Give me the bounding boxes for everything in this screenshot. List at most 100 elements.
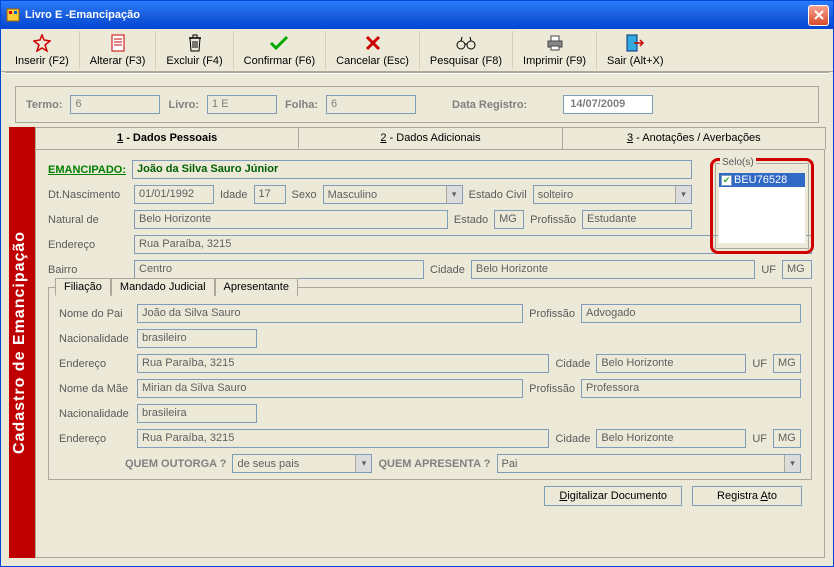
data-registro-label: Data Registro: bbox=[452, 99, 527, 111]
tab-anotacoes[interactable]: 3 - Anotações / Averbações bbox=[562, 127, 826, 149]
pai-nac-label: Nacionalidade bbox=[59, 333, 131, 345]
quem-apresenta-label: QUEM APRESENTA ? bbox=[378, 458, 490, 470]
selos-list[interactable]: ✔ BEU76528 bbox=[718, 172, 806, 244]
cancel-button[interactable]: Cancelar (Esc) bbox=[326, 31, 420, 69]
binoculars-icon bbox=[456, 33, 476, 53]
digitalizar-button[interactable]: Digitalizar Documento bbox=[544, 486, 682, 506]
pai-uf-field[interactable]: MG bbox=[773, 354, 801, 373]
cidade-label: Cidade bbox=[430, 264, 465, 276]
pai-uf-label: UF bbox=[752, 358, 767, 370]
termo-field: 6 bbox=[70, 95, 160, 114]
app-icon bbox=[5, 7, 21, 23]
chevron-down-icon: ▾ bbox=[784, 455, 800, 472]
estado-label: Estado bbox=[454, 214, 488, 226]
cidade-field[interactable]: Belo Horizonte bbox=[471, 260, 755, 279]
tab-dados-pessoais[interactable]: 11 - Dados Pessoais - Dados Pessoais bbox=[35, 127, 299, 149]
tab-body: Selo(s) ✔ BEU76528 EMANCIPADO: João da S… bbox=[35, 149, 825, 558]
bairro-field[interactable]: Centro bbox=[134, 260, 424, 279]
pai-prof-label: Profissão bbox=[529, 308, 575, 320]
chevron-down-icon: ▾ bbox=[446, 186, 462, 203]
quem-apresenta-combo[interactable]: Pai▾ bbox=[497, 454, 802, 473]
uf-field[interactable]: MG bbox=[782, 260, 812, 279]
idade-field: 17 bbox=[254, 185, 286, 204]
edit-button[interactable]: Alterar (F3) bbox=[80, 31, 157, 69]
livro-label: Livro: bbox=[168, 99, 199, 111]
selos-highlight: Selo(s) ✔ BEU76528 bbox=[710, 158, 814, 254]
pai-prof-field[interactable]: Advogado bbox=[581, 304, 801, 323]
profissao-field[interactable]: Estudante bbox=[582, 210, 692, 229]
estado-field[interactable]: MG bbox=[494, 210, 524, 229]
print-button[interactable]: Imprimir (F9) bbox=[513, 31, 597, 69]
mae-prof-field[interactable]: Professora bbox=[581, 379, 801, 398]
mae-cid-field[interactable]: Belo Horizonte bbox=[596, 429, 746, 448]
folha-field: 6 bbox=[326, 95, 416, 114]
mae-nac-label: Nacionalidade bbox=[59, 408, 131, 420]
side-title: Cadastro de Emancipação bbox=[9, 127, 35, 558]
selo-code: BEU76528 bbox=[734, 174, 787, 186]
natural-label: Natural de bbox=[48, 214, 128, 226]
record-info-bar: Termo: 6 Livro: 1 E Folha: 6 Data Regist… bbox=[15, 86, 819, 123]
mae-end-field[interactable]: Rua Paraíba, 3215 bbox=[137, 429, 549, 448]
exit-icon bbox=[625, 33, 645, 53]
uf-label: UF bbox=[761, 264, 776, 276]
pai-nome-label: Nome do Pai bbox=[59, 308, 131, 320]
folha-label: Folha: bbox=[285, 99, 318, 111]
confirm-button[interactable]: Confirmar (F6) bbox=[234, 31, 327, 69]
idade-label: Idade bbox=[220, 189, 248, 201]
emancipado-label: EMANCIPADO: bbox=[48, 164, 126, 176]
livro-field: 1 E bbox=[207, 95, 277, 114]
bairro-label: Bairro bbox=[48, 264, 128, 276]
selo-checkbox[interactable]: ✔ bbox=[721, 175, 732, 186]
natural-field[interactable]: Belo Horizonte bbox=[134, 210, 448, 229]
pai-cid-field[interactable]: Belo Horizonte bbox=[596, 354, 746, 373]
quem-outorga-label: QUEM OUTORGA ? bbox=[125, 458, 226, 470]
selo-item[interactable]: ✔ BEU76528 bbox=[719, 173, 805, 187]
trash-icon bbox=[185, 33, 205, 53]
subtab-filiacao[interactable]: Filiação bbox=[55, 278, 111, 296]
mae-uf-label: UF bbox=[752, 433, 767, 445]
filiacao-panel: Filiação Mandado Judicial Apresentante N… bbox=[48, 287, 812, 480]
mae-nac-field[interactable]: brasileira bbox=[137, 404, 257, 423]
data-registro-field: 14/07/2009 bbox=[563, 95, 653, 114]
registrar-ato-button[interactable]: Registra Ato bbox=[692, 486, 802, 506]
dtnasc-field[interactable]: 01/01/1992 bbox=[134, 185, 214, 204]
endereco-label: Endereço bbox=[48, 239, 128, 251]
app-window: Livro E -Emancipação Inserir (F2) Altera… bbox=[0, 0, 834, 567]
mae-cid-label: Cidade bbox=[555, 433, 590, 445]
toolbar: Inserir (F2) Alterar (F3) Excluir (F4) C… bbox=[1, 29, 833, 72]
chevron-down-icon: ▾ bbox=[355, 455, 371, 472]
pai-nac-field[interactable]: brasileiro bbox=[137, 329, 257, 348]
sexo-label: Sexo bbox=[292, 189, 317, 201]
tab-dados-adicionais[interactable]: 2 - Dados Adicionais bbox=[298, 127, 562, 149]
mae-nome-label: Nome da Mãe bbox=[59, 383, 131, 395]
pai-end-label: Endereço bbox=[59, 358, 131, 370]
quem-outorga-combo[interactable]: de seus pais▾ bbox=[232, 454, 372, 473]
printer-icon bbox=[545, 33, 565, 53]
chevron-down-icon: ▾ bbox=[675, 186, 691, 203]
sexo-combo[interactable]: Masculino▾ bbox=[323, 185, 463, 204]
pai-end-field[interactable]: Rua Paraíba, 3215 bbox=[137, 354, 549, 373]
titlebar: Livro E -Emancipação bbox=[1, 1, 833, 29]
insert-button[interactable]: Inserir (F2) bbox=[5, 31, 80, 69]
mae-nome-field[interactable]: Mirian da Silva Sauro bbox=[137, 379, 523, 398]
estcivil-combo[interactable]: solteiro▾ bbox=[533, 185, 692, 204]
check-icon bbox=[269, 33, 289, 53]
subtab-mandado[interactable]: Mandado Judicial bbox=[111, 278, 215, 296]
mae-prof-label: Profissão bbox=[529, 383, 575, 395]
profissao-label: Profissão bbox=[530, 214, 576, 226]
pai-nome-field[interactable]: João da Silva Sauro bbox=[137, 304, 523, 323]
mae-uf-field[interactable]: MG bbox=[773, 429, 801, 448]
delete-button[interactable]: Excluir (F4) bbox=[156, 31, 233, 69]
star-icon bbox=[32, 33, 52, 53]
close-button[interactable] bbox=[808, 5, 829, 26]
dtnasc-label: Dt.Nascimento bbox=[48, 189, 128, 201]
toolbar-separator bbox=[5, 72, 829, 74]
mae-end-label: Endereço bbox=[59, 433, 131, 445]
exit-button[interactable]: Sair (Alt+X) bbox=[597, 31, 674, 69]
estcivil-label: Estado Civil bbox=[469, 189, 527, 201]
emancipado-nome[interactable]: João da Silva Sauro Júnior bbox=[132, 160, 692, 179]
search-button[interactable]: Pesquisar (F8) bbox=[420, 31, 513, 69]
x-icon bbox=[363, 33, 383, 53]
main-tabs: 11 - Dados Pessoais - Dados Pessoais 2 -… bbox=[35, 127, 825, 149]
subtab-apresentante[interactable]: Apresentante bbox=[215, 278, 298, 296]
